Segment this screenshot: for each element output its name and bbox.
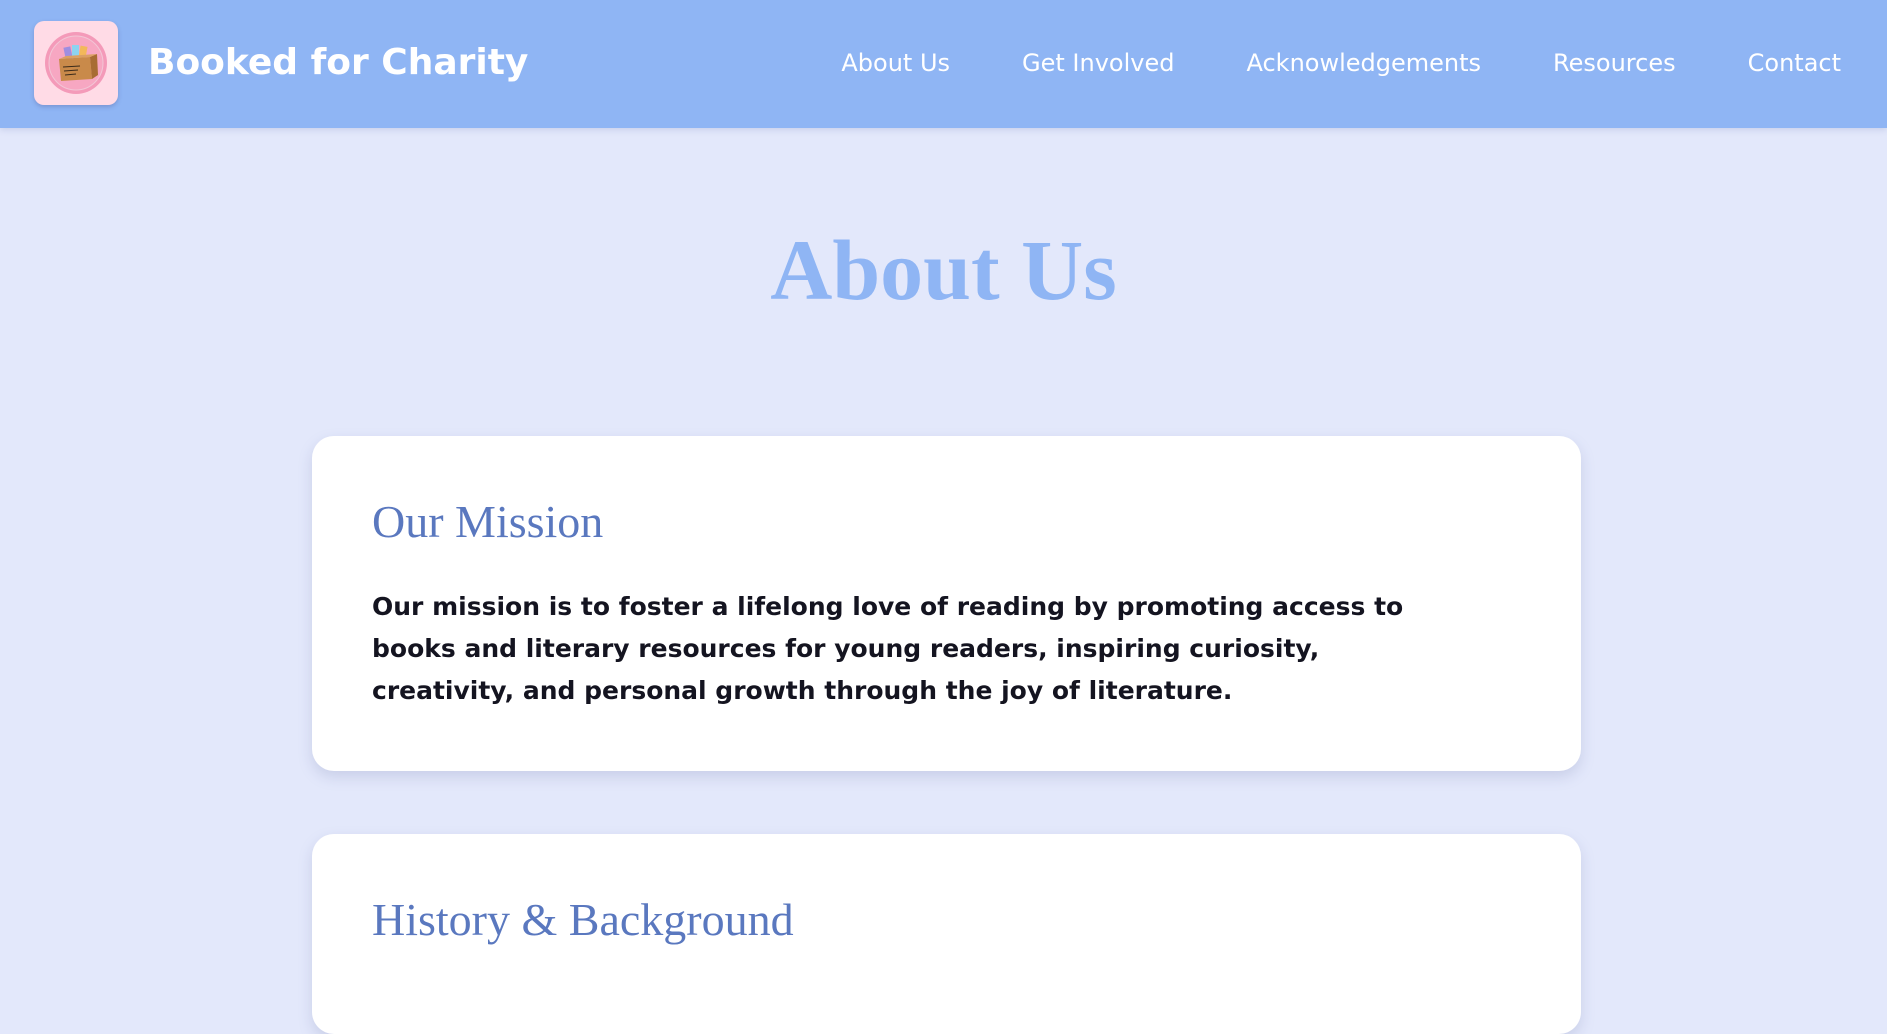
mission-text: Our mission is to foster a lifelong love…: [372, 592, 1404, 705]
nav-link-contact[interactable]: Contact: [1748, 44, 1841, 82]
mission-card: Our Mission Our mission is to foster a l…: [312, 436, 1581, 771]
site-title[interactable]: Booked for Charity: [148, 40, 528, 86]
main-nav: About Us Get Involved Acknowledgements R…: [841, 44, 1841, 82]
nav-link-resources[interactable]: Resources: [1553, 44, 1676, 82]
section-heading-mission: Our Mission: [372, 496, 604, 547]
history-card: History & Background: [312, 834, 1581, 1034]
nav-link-acknowledgements[interactable]: Acknowledgements: [1246, 44, 1481, 82]
page-title: About Us: [770, 222, 1117, 318]
nav-link-about-us[interactable]: About Us: [841, 44, 950, 82]
book-box-logo-icon: [45, 32, 107, 94]
section-heading-history: History & Background: [372, 894, 794, 945]
nav-link-get-involved[interactable]: Get Involved: [1022, 44, 1174, 82]
site-logo[interactable]: [34, 21, 118, 105]
top-navbar: Booked for Charity About Us Get Involved…: [0, 0, 1887, 128]
